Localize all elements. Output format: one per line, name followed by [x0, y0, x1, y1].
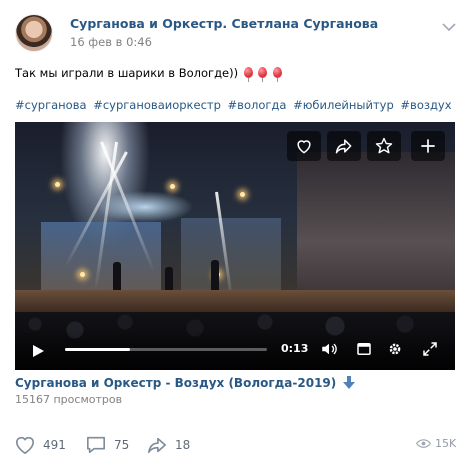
hashtag-link[interactable]: #воздух [400, 98, 451, 112]
share-icon [148, 437, 166, 454]
hashtag-link[interactable]: #сургановаиоркестр [93, 98, 221, 112]
like-button[interactable]: 491 [14, 434, 66, 456]
miniplayer-icon[interactable] [355, 340, 373, 358]
share-icon [335, 139, 352, 154]
balloon-emoji [258, 67, 268, 82]
comment-icon [87, 436, 105, 454]
stage-lamp [80, 272, 85, 277]
post-card: Сурганова и Оркестр. Светлана Сурганова … [0, 0, 470, 465]
post-text: Так мы играли в шарики в Вологде)) [15, 66, 283, 82]
hall-wall [297, 152, 455, 302]
volume-icon[interactable] [320, 340, 338, 358]
balloon-emoji [243, 67, 253, 82]
add-video-button[interactable] [411, 131, 445, 161]
chevron-down-icon[interactable] [442, 22, 456, 32]
stage-lamp [240, 192, 245, 197]
video-time: 0:13 [281, 342, 309, 355]
comment-count: 75 [114, 438, 130, 452]
video-progress-bar[interactable] [65, 348, 267, 351]
views-count: 15K [435, 437, 457, 450]
author-name[interactable]: Сурганова и Оркестр. Светлана Сурганова [70, 16, 378, 31]
hashtag-link[interactable]: #сурганова [15, 98, 87, 112]
video-player[interactable]: 0:13 [15, 122, 455, 370]
balloon-emoji [273, 67, 283, 82]
like-count: 491 [43, 438, 66, 452]
stage-lamp [170, 184, 175, 189]
hashtag-link[interactable]: #вологда [228, 98, 287, 112]
post-date[interactable]: 16 фев в 0:46 [70, 35, 152, 49]
share-count: 18 [175, 438, 191, 452]
heart-icon [297, 140, 311, 154]
stage-lamp [55, 182, 60, 187]
video-title[interactable]: Сурганова и Оркестр - Воздух (Вологда-20… [15, 376, 336, 390]
share-video-button[interactable] [327, 131, 361, 161]
arrow-down-icon[interactable] [343, 376, 356, 389]
video-views: 15167 просмотров [15, 393, 123, 406]
settings-icon[interactable] [386, 340, 404, 358]
like-video-button[interactable] [287, 131, 321, 161]
eye-icon [416, 439, 431, 448]
play-icon[interactable] [31, 344, 45, 358]
video-title-link[interactable]: Сурганова и Оркестр - Воздух (Вологда-20… [15, 376, 356, 390]
hashtag-list: #сурганова #сургановаиоркестр #вологда #… [15, 98, 455, 112]
post-text-content: Так мы играли в шарики в Вологде)) [15, 66, 239, 80]
plus-icon [421, 139, 435, 153]
comment-button[interactable]: 75 [85, 434, 129, 456]
share-button[interactable]: 18 [146, 434, 190, 456]
fullscreen-icon[interactable] [421, 340, 439, 358]
star-icon [375, 137, 393, 154]
avatar[interactable] [15, 14, 53, 52]
post-actions: 491 75 18 15K [0, 434, 470, 458]
video-progress-fill [65, 348, 130, 351]
heart-icon [15, 436, 35, 455]
hashtag-link[interactable]: #юбилейныйтур [293, 98, 394, 112]
bookmark-video-button[interactable] [367, 131, 401, 161]
post-views: 15K [416, 437, 456, 450]
